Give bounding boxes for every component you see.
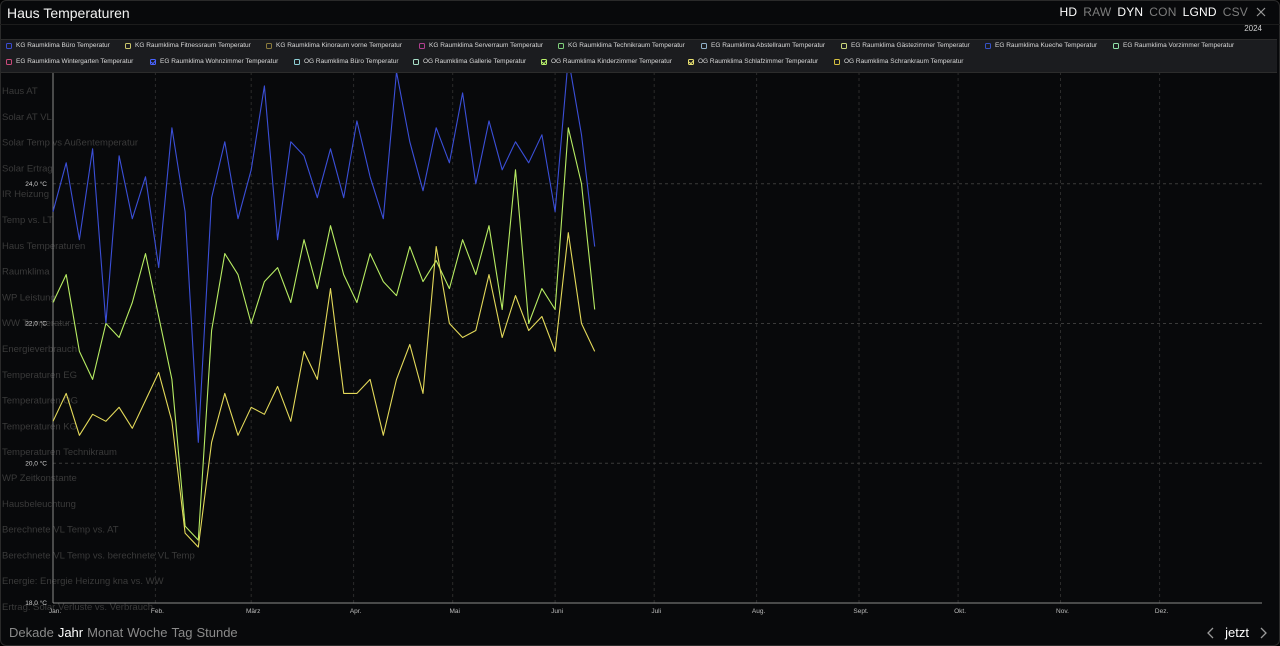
background-menu-label: WP Leistung [2, 292, 56, 303]
legend-label: EG Raumklima Kueche Temperatur [995, 42, 1098, 49]
legend-label: OG Raumklima Büro Temperatur [304, 58, 399, 65]
legend-checkbox[interactable] [688, 58, 694, 65]
legend-checkbox[interactable] [558, 42, 564, 49]
background-menu-label: Haus AT [2, 86, 38, 97]
legend-label: EG Raumklima Wohnzimmer Temperatur [160, 58, 279, 65]
x-tick-label: Juli [651, 608, 661, 615]
legend-item[interactable]: OG Raumklima Kinderzimmer Temperatur [541, 58, 672, 65]
legend-label: OG Raumklima Gallerie Temperatur [423, 58, 527, 65]
background-menu-label: Haus Temperaturen [2, 241, 85, 252]
y-tick-label: 20,0 °C [25, 459, 47, 467]
next-period-icon[interactable] [1259, 627, 1268, 639]
legend-item[interactable]: KG Raumklima Technikraum Temperatur [558, 42, 685, 49]
legend-item[interactable]: OG Raumklima Büro Temperatur [294, 58, 399, 65]
background-menu-label: Energie: Energie Heizung kna vs. WW [2, 576, 164, 587]
background-menu-label: Temperaturen OG [2, 396, 78, 407]
legend-label: KG Raumklima Technikraum Temperatur [568, 42, 685, 49]
legend-checkbox[interactable] [6, 58, 12, 65]
x-tick-label: Mai [449, 608, 459, 615]
background-menu-label: Temp vs. LT [2, 215, 53, 226]
now-button[interactable]: jetzt [1225, 625, 1249, 640]
legend-item[interactable]: KG Raumklima Fitnessraum Temperatur [125, 42, 251, 49]
range-dekade[interactable]: Dekade [9, 625, 54, 640]
x-tick-label: Apr. [350, 608, 362, 615]
background-menu-label: Energieverbrauch [2, 344, 77, 355]
legend-label: OG Raumklima Schrankraum Temperatur [844, 58, 964, 65]
background-menu-label: Solar AT VL [2, 112, 52, 123]
legend-label: EG Raumklima Abstellraum Temperatur [711, 42, 826, 49]
x-tick-label: Aug. [752, 608, 766, 615]
time-navigation: jetzt [1206, 625, 1268, 640]
range-selector: Dekade Jahr Monat Woche Tag Stunde [9, 625, 238, 640]
range-tag[interactable]: Tag [171, 625, 192, 640]
legend-checkbox[interactable] [541, 58, 547, 65]
legend-item[interactable]: EG Raumklima Wohnzimmer Temperatur [150, 58, 278, 65]
legend-label: OG Raumklima Schlafzimmer Temperatur [698, 58, 819, 65]
background-menu-label: Berechnete VL Temp vs. AT [2, 525, 119, 536]
x-tick-label: Sept. [853, 608, 868, 615]
background-menu-label: IR Heizung [2, 189, 49, 200]
background-menu-label: Temperaturen KG [2, 421, 77, 432]
legend-label: KG Raumklima Fitnessraum Temperatur [135, 42, 251, 49]
legend-label: KG Raumklima Büro Temperatur [16, 42, 110, 49]
x-tick-label: Nov. [1056, 608, 1069, 615]
previous-period-icon[interactable] [1206, 627, 1215, 639]
legend-checkbox[interactable] [701, 42, 707, 49]
legend-checkbox[interactable] [294, 58, 300, 65]
range-monat[interactable]: Monat [87, 625, 123, 640]
x-tick-label: Dez. [1155, 608, 1169, 615]
legend-item[interactable]: KG Raumklima Büro Temperatur [6, 42, 110, 49]
range-stunde[interactable]: Stunde [196, 625, 237, 640]
background-menu-label: Hausbeleuchtung [2, 499, 76, 510]
legend-label: OG Raumklima Kinderzimmer Temperatur [551, 58, 672, 65]
legend-checkbox[interactable] [266, 42, 272, 49]
x-tick-label: Juni [551, 608, 563, 615]
series-line-3 [52, 232, 596, 548]
legend-label: EG Raumklima Gästezimmer Temperatur [851, 42, 970, 49]
legend-item[interactable]: EG Raumklima Abstellraum Temperatur [701, 42, 825, 49]
y-tick-label: 22,0 °C [25, 320, 47, 328]
x-tick-label: Okt. [954, 608, 966, 615]
y-tick-label: 24,0 °C [25, 180, 47, 188]
background-menu-label: Temperaturen Technikraum [2, 447, 117, 458]
legend-item[interactable]: EG Raumklima Wintergarten Temperatur [6, 58, 133, 65]
legend-bar: KG Raumklima Büro Temperatur KG Raumklima… [1, 39, 1277, 73]
series-line-1 [52, 57, 596, 443]
legend-checkbox[interactable] [834, 58, 840, 65]
range-jahr[interactable]: Jahr [58, 625, 83, 640]
range-woche[interactable]: Woche [127, 625, 167, 640]
background-menu-label: WP Zeitkonstante [2, 473, 77, 484]
legend-item[interactable]: EG Raumklima Kueche Temperatur [985, 42, 1097, 49]
x-tick-label: März [246, 608, 260, 615]
legend-checkbox[interactable] [985, 42, 991, 49]
legend-label: KG Raumklima Kinoraum vorne Temperatur [276, 42, 402, 49]
legend-item[interactable]: EG Raumklima Vorzimmer Temperatur [1113, 42, 1234, 49]
legend-checkbox[interactable] [125, 42, 131, 49]
background-menu-label: Solar Ertrag [2, 163, 53, 174]
legend-checkbox[interactable] [1113, 42, 1119, 49]
legend-label: KG Raumklima Serverraum Temperatur [429, 42, 544, 49]
background-menu-label: Temperaturen EG [2, 370, 77, 381]
legend-label: EG Raumklima Wintergarten Temperatur [16, 58, 134, 65]
legend-item[interactable]: KG Raumklima Kinoraum vorne Temperatur [266, 42, 402, 49]
legend-item[interactable]: OG Raumklima Schrankraum Temperatur [834, 58, 963, 65]
x-tick-label: Feb. [151, 608, 164, 615]
legend-item[interactable]: OG Raumklima Schlafzimmer Temperatur [688, 58, 818, 65]
legend-label: EG Raumklima Vorzimmer Temperatur [1123, 42, 1235, 49]
background-menu-label: Raumklima [2, 267, 50, 278]
legend-checkbox[interactable] [413, 58, 419, 65]
legend-checkbox[interactable] [6, 42, 12, 49]
legend-item[interactable]: OG Raumklima Gallerie Temperatur [413, 58, 526, 65]
x-tick-label: Jan. [49, 608, 61, 615]
y-tick-label: 18,0 °C [25, 599, 47, 607]
legend-checkbox[interactable] [419, 42, 425, 49]
background-menu-label: Berechnete VL Temp vs. berechnete VL Tem… [2, 550, 195, 561]
legend-checkbox[interactable] [150, 58, 156, 65]
legend-item[interactable]: KG Raumklima Serverraum Temperatur [419, 42, 543, 49]
line-chart: Haus AT Solar AT VL Solar Temp vs Außentem… [2, 40, 1262, 615]
legend-checkbox[interactable] [841, 42, 847, 49]
background-menu-label: Solar Temp vs Außentemperatur [2, 138, 138, 149]
legend-item[interactable]: EG Raumklima Gästezimmer Temperatur [841, 42, 970, 49]
